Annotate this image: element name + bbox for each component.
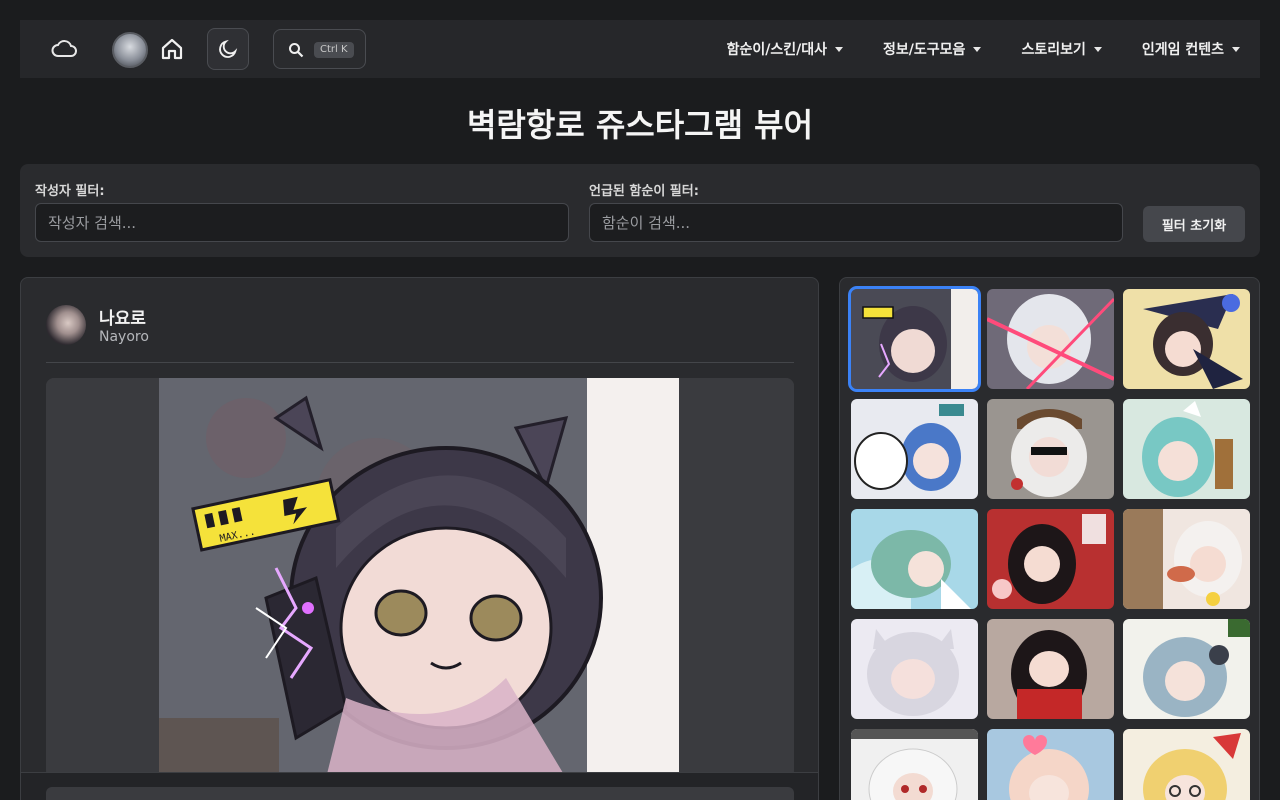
menu-ships[interactable]: 함순이/스킨/대사: [707, 20, 863, 78]
menu-label: 정보/도구모음: [883, 42, 966, 58]
post-author-handle: Nayoro: [99, 329, 149, 345]
post-author-avatar[interactable]: [46, 305, 86, 345]
chevron-down-icon: [835, 46, 844, 52]
gallery-thumbnail[interactable]: [1123, 729, 1250, 800]
gallery-thumbnail[interactable]: [851, 399, 978, 499]
ship-search-input[interactable]: [589, 203, 1123, 242]
search-icon: [289, 43, 304, 58]
gallery-thumbnail[interactable]: [987, 619, 1114, 719]
moon-icon: [219, 39, 238, 58]
main-menu: 함순이/스킨/대사 정보/도구모음 스토리보기 인게임 컨텐츠: [707, 20, 1260, 78]
menu-ingame[interactable]: 인게임 컨텐츠: [1122, 20, 1260, 78]
menu-tools[interactable]: 정보/도구모음: [863, 20, 1001, 78]
chevron-down-icon: [973, 46, 982, 52]
reset-filter-button[interactable]: 필터 초기화: [1143, 206, 1245, 242]
gallery-thumbnail[interactable]: [987, 509, 1114, 609]
post-image[interactable]: MAX...: [46, 378, 794, 778]
avatar[interactable]: [112, 32, 148, 68]
menu-label: 스토리보기: [1021, 42, 1086, 58]
gallery-thumbnail[interactable]: [987, 289, 1114, 389]
post-footer: [21, 772, 818, 800]
post-author-name: 나요로: [99, 309, 146, 329]
home-icon[interactable]: [160, 37, 184, 61]
gallery-thumbnail[interactable]: [1123, 619, 1250, 719]
chevron-down-icon: [1232, 46, 1240, 52]
post-card: 나요로 Nayoro MAX...: [20, 277, 819, 800]
theme-toggle-button[interactable]: [207, 28, 249, 70]
divider: [46, 362, 794, 363]
menu-label: 함순이/스킨/대사: [726, 42, 828, 58]
gallery-thumbnail[interactable]: [851, 729, 978, 800]
gallery-thumbnail[interactable]: [1123, 399, 1250, 499]
author-filter-label: 작성자 필터:: [35, 184, 105, 199]
ship-filter-label: 언급된 함순이 필터:: [589, 184, 699, 199]
search-button[interactable]: Ctrl K: [273, 29, 366, 69]
gallery-thumbnail[interactable]: [987, 729, 1114, 800]
menu-label: 인게임 컨텐츠: [1141, 42, 1224, 58]
menu-story[interactable]: 스토리보기: [1001, 20, 1121, 78]
author-search-input[interactable]: [35, 203, 569, 242]
gallery-thumbnail[interactable]: [1123, 509, 1250, 609]
post-caption-area: [46, 787, 794, 800]
gallery-thumbnail[interactable]: [987, 399, 1114, 499]
gallery-thumbnail[interactable]: [848, 286, 981, 392]
page-title: 벽람항로 쥬스타그램 뷰어: [466, 106, 814, 144]
cloud-icon[interactable]: [50, 37, 78, 61]
gallery-thumbnail[interactable]: [1123, 289, 1250, 389]
gallery-thumbnail[interactable]: [851, 619, 978, 719]
thumbnail-gallery: [839, 277, 1260, 800]
top-navbar: Ctrl K 함순이/스킨/대사 정보/도구모음 스토리보기 인게임 컨텐츠: [20, 20, 1260, 78]
filter-panel: 작성자 필터: 언급된 함순이 필터: 필터 초기화: [20, 164, 1260, 257]
shortcut-badge: Ctrl K: [314, 42, 354, 58]
gallery-thumbnail[interactable]: [851, 509, 978, 609]
chevron-down-icon: [1093, 46, 1102, 52]
